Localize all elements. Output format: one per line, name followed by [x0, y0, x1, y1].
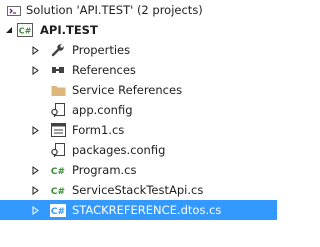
collapsed-triangle-icon[interactable]	[30, 160, 40, 180]
tree-item-label: ServiceStackTestApi.cs	[72, 183, 204, 197]
collapsed-triangle-icon[interactable]	[30, 40, 40, 60]
csharp-file-icon: C#	[50, 200, 66, 220]
project-label: API.TEST	[40, 23, 98, 37]
tree-row-properties[interactable]: Properties	[0, 40, 277, 60]
expanded-triangle-icon[interactable]	[4, 20, 14, 40]
svg-text:C#: C#	[19, 27, 32, 36]
solution-explorer-tree: Solution 'API.TEST' (2 projects) C# API.…	[0, 0, 277, 247]
solution-icon	[6, 0, 22, 20]
svg-text:C#: C#	[51, 207, 65, 217]
tree-item-label: Program.cs	[72, 163, 137, 177]
collapsed-triangle-icon[interactable]	[30, 120, 40, 140]
form-file-icon	[50, 120, 66, 140]
tree-row-program[interactable]: C# Program.cs	[0, 160, 277, 180]
tree-item-label: References	[72, 63, 136, 77]
svg-text:C#: C#	[51, 187, 65, 196]
svg-text:C#: C#	[51, 167, 65, 176]
tree-item-label: STACKREFERENCE.dtos.cs	[72, 203, 222, 217]
tree-item-label: Properties	[72, 43, 131, 57]
wrench-icon	[50, 40, 66, 60]
tree-row-service-references[interactable]: Service References	[0, 80, 277, 100]
tree-row-stackreference-dtos[interactable]: C# STACKREFERENCE.dtos.cs	[0, 200, 277, 220]
collapsed-triangle-icon[interactable]	[30, 200, 40, 220]
references-icon	[50, 60, 66, 80]
tree-row-app-config[interactable]: app.config	[0, 100, 277, 120]
csharp-file-icon: C#	[50, 180, 66, 200]
tree-item-label: Form1.cs	[72, 123, 125, 137]
tree-item-label: packages.config	[72, 143, 166, 157]
tree-row-references[interactable]: References	[0, 60, 277, 80]
tree-item-label: Service References	[72, 83, 183, 97]
tree-row-form1[interactable]: Form1.cs	[0, 120, 277, 140]
config-file-icon	[50, 100, 66, 120]
tree-item-label: app.config	[72, 103, 133, 117]
csharp-file-icon: C#	[50, 160, 66, 180]
collapsed-triangle-icon[interactable]	[30, 60, 40, 80]
folder-icon	[50, 80, 66, 100]
config-file-icon	[50, 140, 66, 160]
tree-row-packages-config[interactable]: packages.config	[0, 140, 277, 160]
tree-row-servicestacktestapi[interactable]: C# ServiceStackTestApi.cs	[0, 180, 277, 200]
solution-label: Solution 'API.TEST' (2 projects)	[26, 3, 203, 17]
csharp-project-icon: C#	[17, 20, 33, 40]
collapsed-triangle-icon[interactable]	[30, 180, 40, 200]
tree-row-project[interactable]: C# API.TEST	[0, 20, 277, 40]
tree-row-solution[interactable]: Solution 'API.TEST' (2 projects)	[0, 0, 277, 20]
